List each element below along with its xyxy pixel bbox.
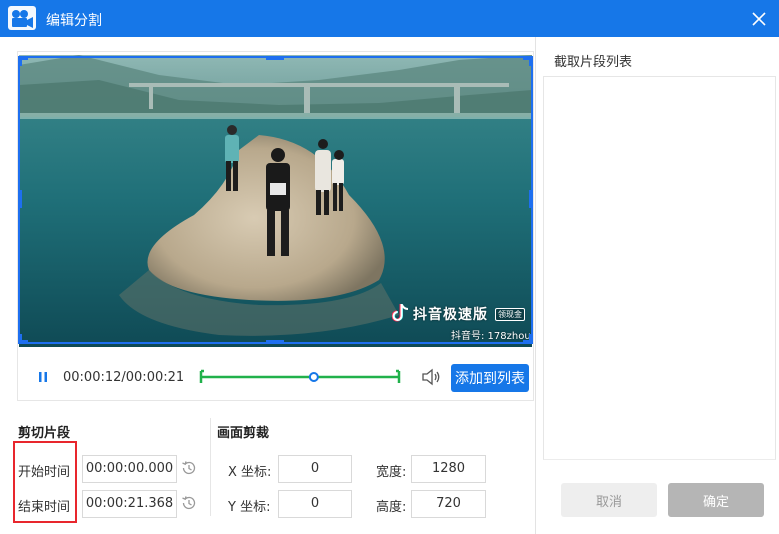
crop-handle-right[interactable]: [529, 190, 533, 208]
window-title: 编辑分割: [46, 13, 102, 29]
confirm-button[interactable]: 确定: [668, 483, 764, 517]
crop-handle-left[interactable]: [18, 190, 22, 208]
cancel-button[interactable]: 取消: [561, 483, 657, 517]
x-coord-label: X 坐标:: [228, 465, 272, 480]
playback-controls: 00:00:12/00:00:21 添加到列表: [19, 355, 532, 399]
watermark-app-name: 抖音极速版: [413, 307, 488, 323]
y-coord-field[interactable]: 0: [278, 490, 352, 518]
add-to-list-button[interactable]: 添加到列表: [451, 364, 529, 392]
watermark-badge: 领现金: [495, 308, 525, 321]
start-time-field[interactable]: 00:00:00.000: [82, 455, 177, 483]
panel-divider: [535, 37, 536, 534]
video-preview[interactable]: 抖音极速版 领现金 抖音号: 178zhou: [19, 55, 532, 347]
watermark-logo: [392, 304, 409, 322]
start-time-label: 开始时间: [18, 465, 71, 480]
close-icon[interactable]: [746, 6, 772, 32]
crop-handle-bottom[interactable]: [266, 340, 284, 344]
video-panel: 抖音极速版 领现金 抖音号: 178zhou 00:00:12/00:00:21…: [17, 51, 534, 401]
volume-icon[interactable]: [421, 368, 441, 386]
time-display: 00:00:12/00:00:21: [63, 370, 185, 385]
width-label: 宽度:: [376, 465, 407, 480]
x-coord-field[interactable]: 0: [278, 455, 352, 483]
crop-handle-bottom-left-v[interactable]: [18, 334, 22, 344]
crop-handle-top[interactable]: [266, 56, 284, 60]
video-camera-icon: [8, 6, 36, 30]
y-coord-label: Y 坐标:: [228, 500, 271, 515]
width-field[interactable]: 1280: [411, 455, 486, 483]
end-time-label: 结束时间: [18, 500, 71, 515]
height-field[interactable]: 720: [411, 490, 486, 518]
end-time-reset-icon[interactable]: [180, 494, 198, 512]
title-bar: 编辑分割: [0, 0, 779, 37]
clip-list[interactable]: [543, 76, 776, 460]
watermark-account-id: 抖音号: 178zhou: [451, 331, 531, 342]
start-time-reset-icon[interactable]: [180, 459, 198, 477]
cut-segment-title: 剪切片段: [18, 426, 71, 441]
pause-icon[interactable]: [35, 369, 51, 385]
height-label: 高度:: [376, 500, 407, 515]
crop-handle-bottom-right-v[interactable]: [529, 334, 533, 344]
end-time-field[interactable]: 00:00:21.368: [82, 490, 177, 518]
playhead-knob: [308, 372, 319, 382]
trim-slider[interactable]: [199, 367, 401, 387]
crop-handle-top-right-v[interactable]: [529, 56, 533, 66]
clip-list-title: 截取片段列表: [554, 55, 633, 70]
crop-title: 画面剪裁: [217, 426, 270, 441]
section-divider: [210, 418, 211, 516]
crop-handle-top-left-v[interactable]: [18, 56, 22, 66]
